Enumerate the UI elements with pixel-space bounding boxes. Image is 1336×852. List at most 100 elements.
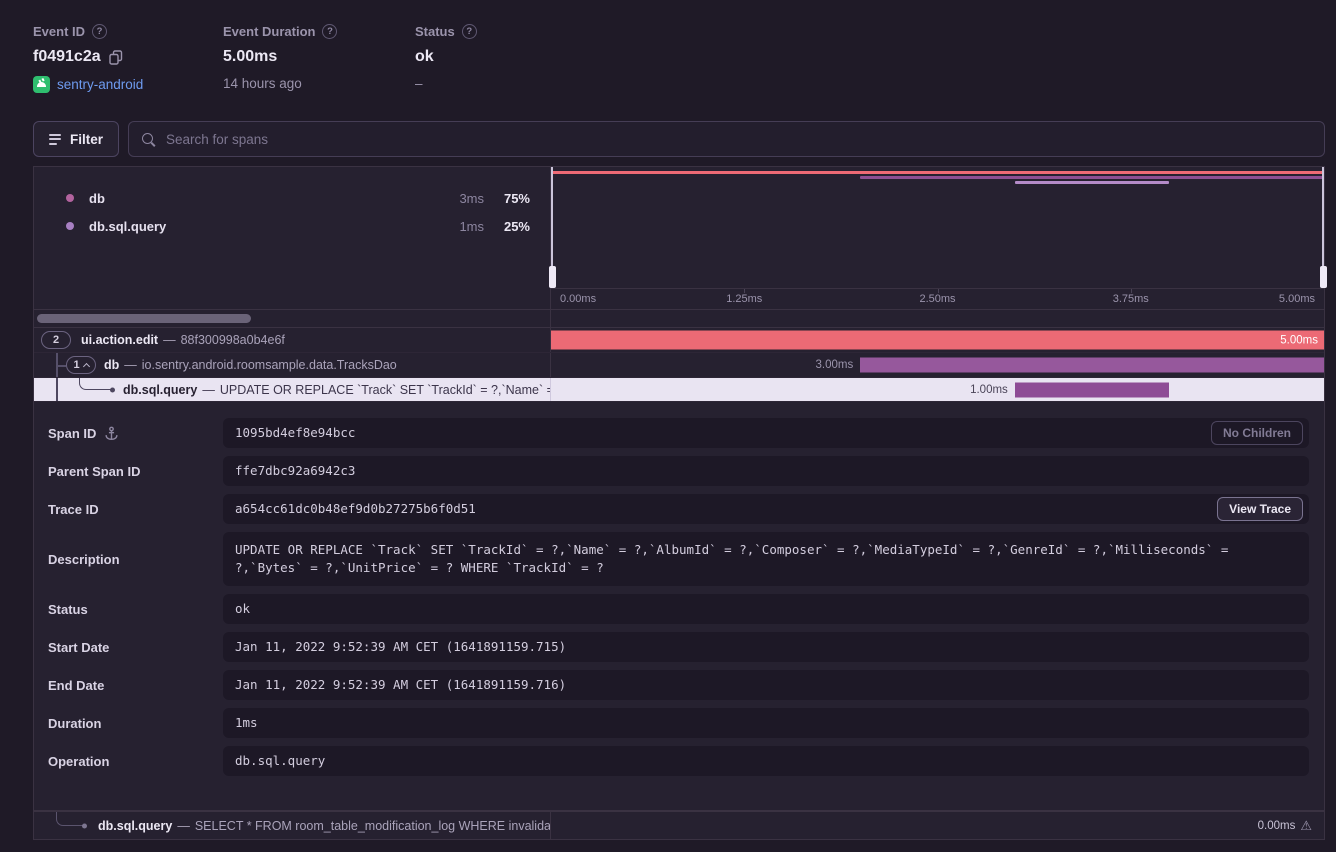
operation-duration: 1ms bbox=[436, 219, 484, 234]
span-row-db[interactable]: 1 db — io.sentry.android.roomsample.data… bbox=[34, 353, 1324, 378]
status-column: Status ? ok – bbox=[415, 24, 477, 93]
view-trace-button[interactable]: View Trace bbox=[1217, 497, 1303, 521]
detail-row-parent-span-id: Parent Span ID ffe7dbc92a6942c3 bbox=[34, 456, 1324, 486]
span-collapse-badge[interactable]: 1 bbox=[66, 356, 96, 374]
detail-value: 1ms bbox=[223, 708, 1309, 738]
detail-label: Parent Span ID bbox=[48, 464, 223, 479]
detail-value: Jan 11, 2022 9:52:39 AM CET (1641891159.… bbox=[223, 632, 1309, 662]
detail-label: Trace ID bbox=[48, 502, 223, 517]
project-link[interactable]: sentry-android bbox=[57, 77, 143, 92]
span-operation: db bbox=[104, 358, 119, 372]
search-icon bbox=[141, 132, 156, 147]
axis-tick: 2.50ms bbox=[919, 293, 955, 305]
status-subtext: – bbox=[415, 76, 477, 91]
operation-breakdown-row-db[interactable]: db 3ms 75% bbox=[34, 184, 550, 212]
detail-label: Operation bbox=[48, 754, 223, 769]
detail-row-start-date: Start Date Jan 11, 2022 9:52:39 AM CET (… bbox=[34, 632, 1324, 662]
event-time-ago: 14 hours ago bbox=[223, 76, 415, 91]
axis-tick: 1.25ms bbox=[726, 293, 762, 305]
android-project-icon bbox=[33, 76, 50, 93]
span-children-badge[interactable]: 2 bbox=[41, 331, 71, 349]
minimap-span-area[interactable] bbox=[551, 167, 1324, 288]
event-duration-value: 5.00ms bbox=[223, 48, 415, 66]
span-duration: 5.00ms bbox=[1280, 334, 1318, 346]
operation-name: db.sql.query bbox=[89, 219, 436, 234]
axis-tick: 3.75ms bbox=[1113, 293, 1149, 305]
minimap-right-grip[interactable] bbox=[1320, 266, 1327, 288]
help-icon[interactable]: ? bbox=[92, 24, 107, 39]
event-duration-label-row: Event Duration ? bbox=[223, 24, 415, 39]
project-row: sentry-android bbox=[33, 76, 223, 93]
operation-color-dot bbox=[66, 194, 74, 202]
span-search-input[interactable] bbox=[166, 132, 1312, 147]
span-description: SELECT * FROM room_table_modification_lo… bbox=[195, 819, 550, 833]
operation-breakdown-row-db-sql-query[interactable]: db.sql.query 1ms 25% bbox=[34, 212, 550, 240]
detail-value: ffe7dbc92a6942c3 bbox=[223, 456, 1309, 486]
minimap-left-grip[interactable] bbox=[549, 266, 556, 288]
detail-label: Status bbox=[48, 602, 223, 617]
detail-row-duration: Duration 1ms bbox=[34, 708, 1324, 738]
tree-scrollbar-row bbox=[34, 310, 1324, 328]
span-description: 88f300998a0b4e6f bbox=[181, 333, 285, 347]
event-id-label: Event ID bbox=[33, 24, 85, 39]
filter-icon bbox=[49, 134, 61, 145]
event-duration-column: Event Duration ? 5.00ms 14 hours ago bbox=[223, 24, 415, 93]
filter-button-label: Filter bbox=[70, 132, 103, 147]
detail-row-status: Status ok bbox=[34, 594, 1324, 624]
status-label-row: Status ? bbox=[415, 24, 477, 39]
detail-label: Description bbox=[48, 552, 223, 567]
minimap-span-line bbox=[860, 176, 1324, 179]
operation-color-dot bbox=[66, 222, 74, 230]
operation-percentage: 25% bbox=[484, 219, 530, 234]
trace-view-container: db 3ms 75% db.sql.query 1ms 25% bbox=[33, 166, 1325, 840]
event-header: Event ID ? f0491c2a sentry-android Event… bbox=[33, 24, 477, 93]
trace-minimap: 0.00ms 1.25ms 2.50ms 3.75ms 5.00ms bbox=[550, 167, 1324, 309]
copy-icon[interactable] bbox=[109, 50, 123, 65]
chevron-up-icon bbox=[83, 362, 90, 369]
tree-scrollbar-track bbox=[34, 310, 550, 327]
detail-value: db.sql.query bbox=[223, 746, 1309, 776]
event-id-value: f0491c2a bbox=[33, 48, 101, 66]
status-value: ok bbox=[415, 48, 477, 66]
span-duration: 0.00ms bbox=[1258, 820, 1296, 832]
tree-scrollbar-thumb[interactable] bbox=[37, 314, 251, 323]
event-id-label-row: Event ID ? bbox=[33, 24, 223, 39]
operation-percentage: 75% bbox=[484, 191, 530, 206]
axis-tick: 5.00ms bbox=[1279, 293, 1315, 305]
span-description: io.sentry.android.roomsample.data.Tracks… bbox=[142, 358, 397, 372]
span-operation: db.sql.query bbox=[98, 819, 172, 833]
axis-tick: 0.00ms bbox=[560, 293, 596, 305]
span-duration-bar: 5.00ms bbox=[551, 331, 1324, 350]
help-icon[interactable]: ? bbox=[462, 24, 477, 39]
span-search-box bbox=[128, 121, 1325, 157]
no-children-button: No Children bbox=[1211, 421, 1303, 445]
spans-toolbar: Filter bbox=[33, 121, 1325, 157]
minimap-span-line bbox=[1015, 181, 1170, 184]
detail-value: UPDATE OR REPLACE `Track` SET `TrackId` … bbox=[223, 532, 1309, 586]
span-row-db-sql-query-select[interactable]: db.sql.query — SELECT * FROM room_table_… bbox=[34, 811, 1324, 839]
span-row-db-sql-query-selected[interactable]: db.sql.query — UPDATE OR REPLACE `Track`… bbox=[34, 378, 1324, 402]
span-operation: ui.action.edit bbox=[81, 333, 158, 347]
detail-row-end-date: End Date Jan 11, 2022 9:52:39 AM CET (16… bbox=[34, 670, 1324, 700]
detail-value: 1095bd4ef8e94bcc bbox=[235, 425, 355, 440]
span-detail-panel: Span ID 1095bd4ef8e94bcc No Children Par… bbox=[34, 402, 1324, 811]
detail-row-description: Description UPDATE OR REPLACE `Track` SE… bbox=[34, 532, 1324, 586]
operation-duration: 3ms bbox=[436, 191, 484, 206]
help-icon[interactable]: ? bbox=[322, 24, 337, 39]
operation-name: db bbox=[89, 191, 436, 206]
anchor-icon[interactable] bbox=[104, 426, 119, 441]
operations-breakdown: db 3ms 75% db.sql.query 1ms 25% bbox=[34, 167, 550, 309]
event-duration-label: Event Duration bbox=[223, 24, 315, 39]
span-duration: 3.00ms bbox=[815, 359, 853, 371]
event-id-column: Event ID ? f0491c2a sentry-android bbox=[33, 24, 223, 93]
span-duration-bar bbox=[860, 358, 1324, 373]
detail-value: a654cc61dc0b48ef9d0b27275b6f0d51 bbox=[235, 501, 476, 516]
warning-icon: ⚠ bbox=[1300, 818, 1312, 834]
minimap-left-handle[interactable] bbox=[551, 167, 553, 288]
event-id-value-row: f0491c2a bbox=[33, 48, 223, 66]
detail-label: Span ID bbox=[48, 426, 96, 441]
filter-button[interactable]: Filter bbox=[33, 121, 119, 157]
span-row-ui-action-edit[interactable]: 2 ui.action.edit — 88f300998a0b4e6f 5.00… bbox=[34, 328, 1324, 353]
detail-label: Duration bbox=[48, 716, 223, 731]
minimap-right-handle[interactable] bbox=[1322, 167, 1324, 288]
